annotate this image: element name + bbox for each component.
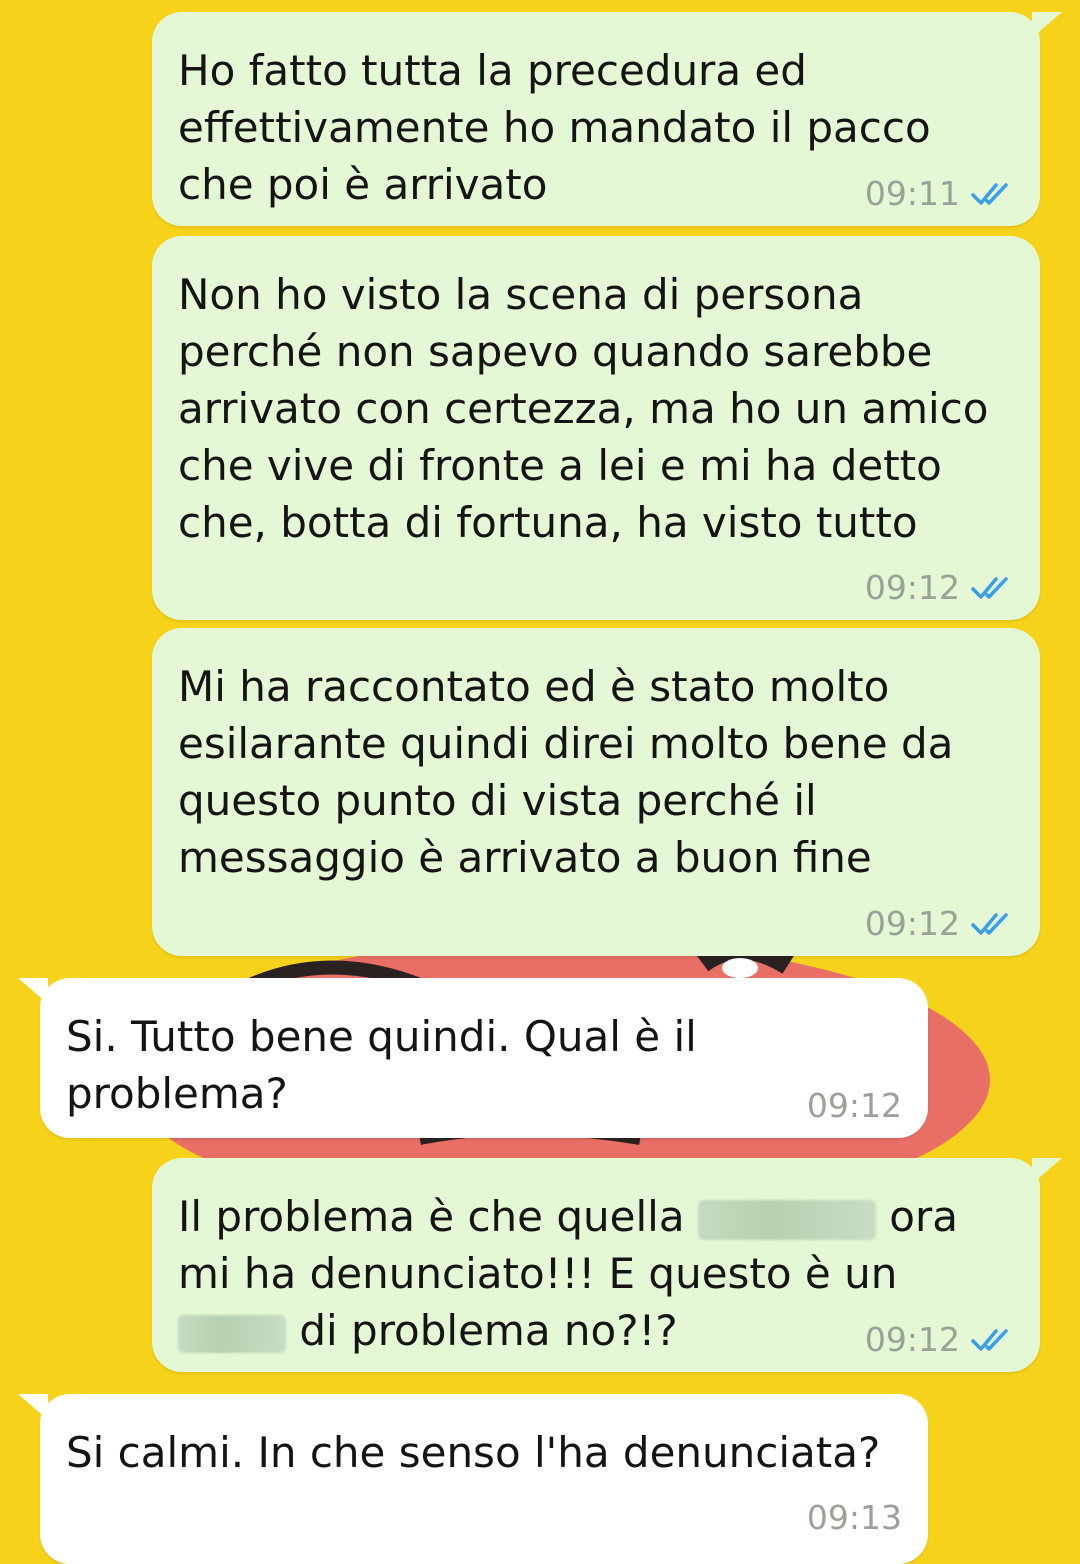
message-meta: 09:11 [865, 174, 1014, 214]
message-time: 09:12 [864, 904, 960, 943]
bubble-tail [1032, 1158, 1062, 1184]
message-meta: 09:12 [807, 1086, 902, 1126]
bubble-tail [1032, 12, 1062, 38]
message-bubble-incoming[interactable]: Si. Tutto bene quindi. Qual è il problem… [18, 978, 928, 1138]
message-meta: 09:12 [865, 1320, 1014, 1360]
double-check-read-icon [971, 1329, 1008, 1351]
message-text: Si. Tutto bene quindi. Qual è il problem… [66, 1012, 697, 1118]
message-text: Non ho visto la scena di persona perché … [178, 270, 989, 547]
redacted-word [178, 1314, 286, 1353]
message-bubble-incoming[interactable]: Si calmi. In che senso l'ha denunciata? … [18, 1394, 928, 1564]
message-bubble-outgoing[interactable]: Ho fatto tutta la precedura ed effettiva… [152, 12, 1062, 226]
redacted-word [697, 1199, 876, 1240]
message-text-part: Il problema è che quella [178, 1192, 685, 1241]
bubble-tail [18, 1394, 48, 1420]
message-time: 09:12 [864, 568, 960, 607]
double-check-read-icon [971, 913, 1008, 935]
message-text: Si calmi. In che senso l'ha denunciata? [66, 1428, 881, 1477]
double-check-read-icon [971, 183, 1008, 205]
message-bubble-outgoing[interactable]: Mi ha raccontato ed è stato molto esilar… [152, 628, 1040, 956]
message-bubble-outgoing[interactable]: Non ho visto la scena di persona perché … [152, 236, 1040, 620]
message-time: 09:12 [864, 1320, 960, 1359]
double-check-read-icon [971, 577, 1008, 599]
message-bubble-outgoing[interactable]: Il problema è che quella ora mi ha denun… [152, 1158, 1062, 1372]
message-time: 09:13 [806, 1498, 902, 1537]
bubble-tail [18, 978, 48, 1004]
message-meta: 09:13 [807, 1498, 902, 1538]
message-text-part: di problema no?!? [299, 1306, 678, 1355]
message-time: 09:11 [864, 174, 960, 213]
message-meta: 09:12 [865, 904, 1014, 944]
message-text: Mi ha raccontato ed è stato molto esilar… [178, 662, 954, 882]
message-time: 09:12 [806, 1086, 902, 1125]
message-meta: 09:12 [865, 568, 1014, 608]
